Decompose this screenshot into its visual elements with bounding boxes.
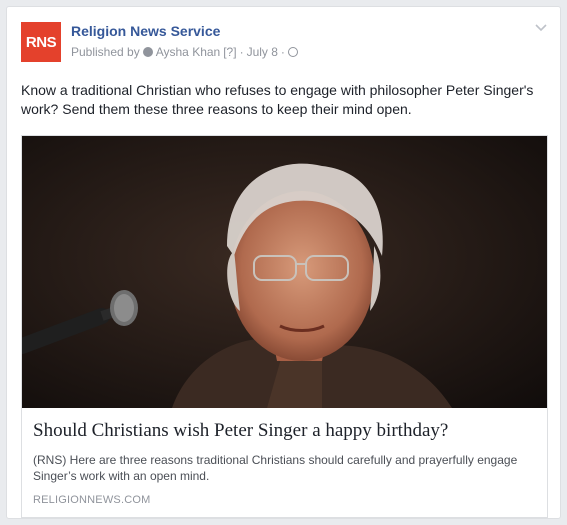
post-meta: Published by Aysha Khan [?] · July 8 ·	[71, 45, 298, 59]
link-preview-image[interactable]	[22, 136, 547, 408]
author-link[interactable]: Aysha Khan	[156, 45, 221, 59]
post-date-link[interactable]: July 8	[247, 45, 278, 59]
link-title[interactable]: Should Christians wish Peter Singer a ha…	[33, 420, 538, 442]
link-attachment[interactable]: Should Christians wish Peter Singer a ha…	[21, 135, 548, 518]
link-domain: RELIGIONNEWS.COM	[33, 494, 151, 506]
post-options-chevron-icon[interactable]	[534, 21, 548, 35]
publisher-icon	[142, 47, 153, 57]
published-by-label: Published by	[71, 45, 140, 59]
link-info[interactable]: Should Christians wish Peter Singer a ha…	[22, 408, 547, 517]
logo-text: RNS	[25, 33, 57, 51]
post-message: Know a traditional Christian who refuses…	[21, 82, 534, 117]
link-description: (RNS) Here are three reasons traditional…	[33, 453, 518, 483]
globe-icon	[287, 47, 298, 57]
page-avatar-logo[interactable]: RNS	[21, 22, 61, 62]
page-name-link[interactable]: Religion News Service	[71, 23, 220, 39]
speaker-photo	[22, 136, 547, 408]
post-card: RNS Religion News Service Published by A…	[6, 6, 561, 519]
meta-separator: ·	[280, 45, 285, 59]
meta-separator: ·	[239, 45, 244, 59]
author-help-link[interactable]: [?]	[223, 45, 236, 59]
